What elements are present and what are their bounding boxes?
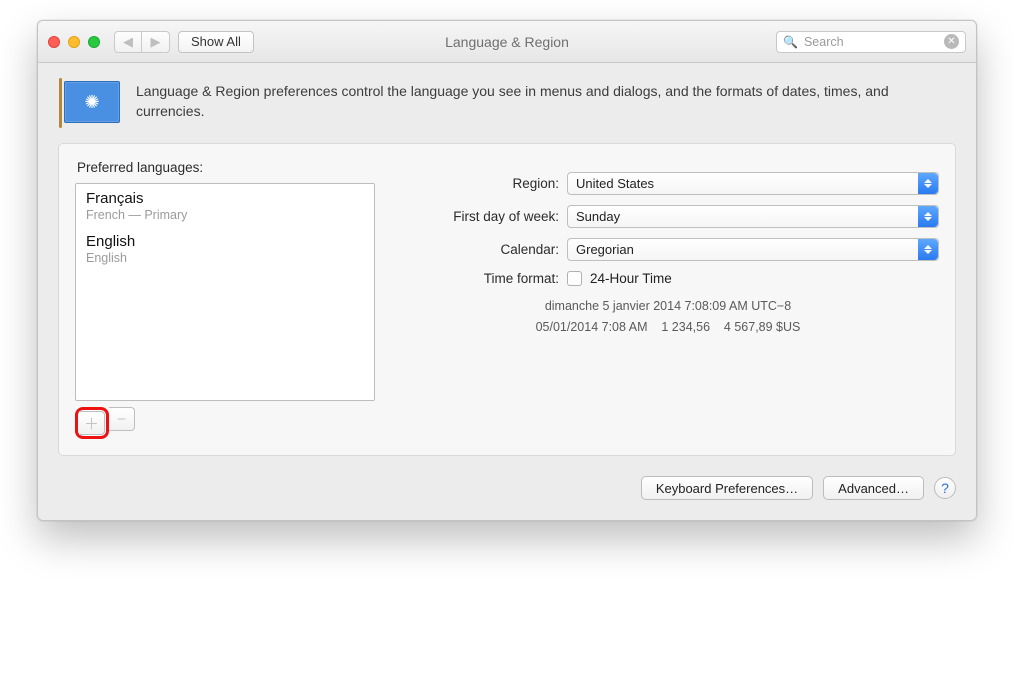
search-icon: 🔍 — [783, 35, 798, 49]
keyboard-preferences-button[interactable]: Keyboard Preferences… — [641, 476, 813, 500]
first-day-value: Sunday — [576, 209, 620, 224]
preferences-window: ◀ ▶ Show All Language & Region 🔍 Search … — [37, 20, 977, 521]
advanced-button[interactable]: Advanced… — [823, 476, 924, 500]
header: ✺ Language & Region preferences control … — [38, 63, 976, 137]
close-icon[interactable] — [48, 36, 60, 48]
footer: Keyboard Preferences… Advanced… ? — [38, 476, 976, 520]
language-subtitle: French — Primary — [86, 208, 364, 222]
chevron-updown-icon — [918, 173, 938, 194]
minimize-icon[interactable] — [68, 36, 80, 48]
add-remove-controls: ＋ − — [75, 407, 375, 439]
list-item[interactable]: English English — [76, 227, 374, 270]
chevron-updown-icon — [918, 206, 938, 227]
calendar-select[interactable]: Gregorian — [567, 238, 939, 261]
region-label: Region: — [397, 176, 567, 191]
forward-button[interactable]: ▶ — [142, 31, 170, 53]
zoom-icon[interactable] — [88, 36, 100, 48]
time-format-text: 24-Hour Time — [590, 271, 672, 286]
remove-language-button[interactable]: − — [109, 407, 135, 431]
calendar-label: Calendar: — [397, 242, 567, 257]
region-value: United States — [576, 176, 654, 191]
language-name: Français — [86, 190, 364, 207]
show-all-button[interactable]: Show All — [178, 31, 254, 53]
chevron-updown-icon — [918, 239, 938, 260]
language-list[interactable]: Français French — Primary English Englis… — [75, 183, 375, 401]
window-controls — [48, 36, 100, 48]
language-name: English — [86, 233, 364, 250]
first-day-label: First day of week: — [397, 209, 567, 224]
preferred-languages-label: Preferred languages: — [77, 160, 375, 175]
preferred-languages-section: Preferred languages: Français French — P… — [75, 158, 375, 439]
header-description: Language & Region preferences control th… — [136, 81, 950, 122]
language-subtitle: English — [86, 251, 364, 265]
first-day-select[interactable]: Sunday — [567, 205, 939, 228]
region-settings: Region: United States First day of week:… — [397, 158, 939, 439]
list-item[interactable]: Français French — Primary — [76, 184, 374, 227]
add-button-highlight: ＋ — [75, 407, 109, 439]
back-button[interactable]: ◀ — [114, 31, 142, 53]
search-input[interactable]: 🔍 Search ✕ — [776, 31, 966, 53]
search-placeholder: Search — [804, 35, 844, 49]
help-button[interactable]: ? — [934, 477, 956, 499]
nav-buttons: ◀ ▶ — [114, 31, 170, 53]
region-select[interactable]: United States — [567, 172, 939, 195]
clear-icon[interactable]: ✕ — [944, 34, 959, 49]
add-language-button[interactable]: ＋ — [79, 411, 105, 435]
checkbox-icon — [567, 271, 582, 286]
calendar-value: Gregorian — [576, 242, 634, 257]
titlebar: ◀ ▶ Show All Language & Region 🔍 Search … — [38, 21, 976, 63]
un-flag-icon: ✺ — [64, 81, 120, 123]
time-format-checkbox[interactable]: 24-Hour Time — [567, 271, 939, 286]
time-format-label: Time format: — [397, 271, 567, 286]
format-sample: dimanche 5 janvier 2014 7:08:09 AM UTC−8… — [397, 296, 939, 339]
settings-panel: Preferred languages: Français French — P… — [58, 143, 956, 456]
